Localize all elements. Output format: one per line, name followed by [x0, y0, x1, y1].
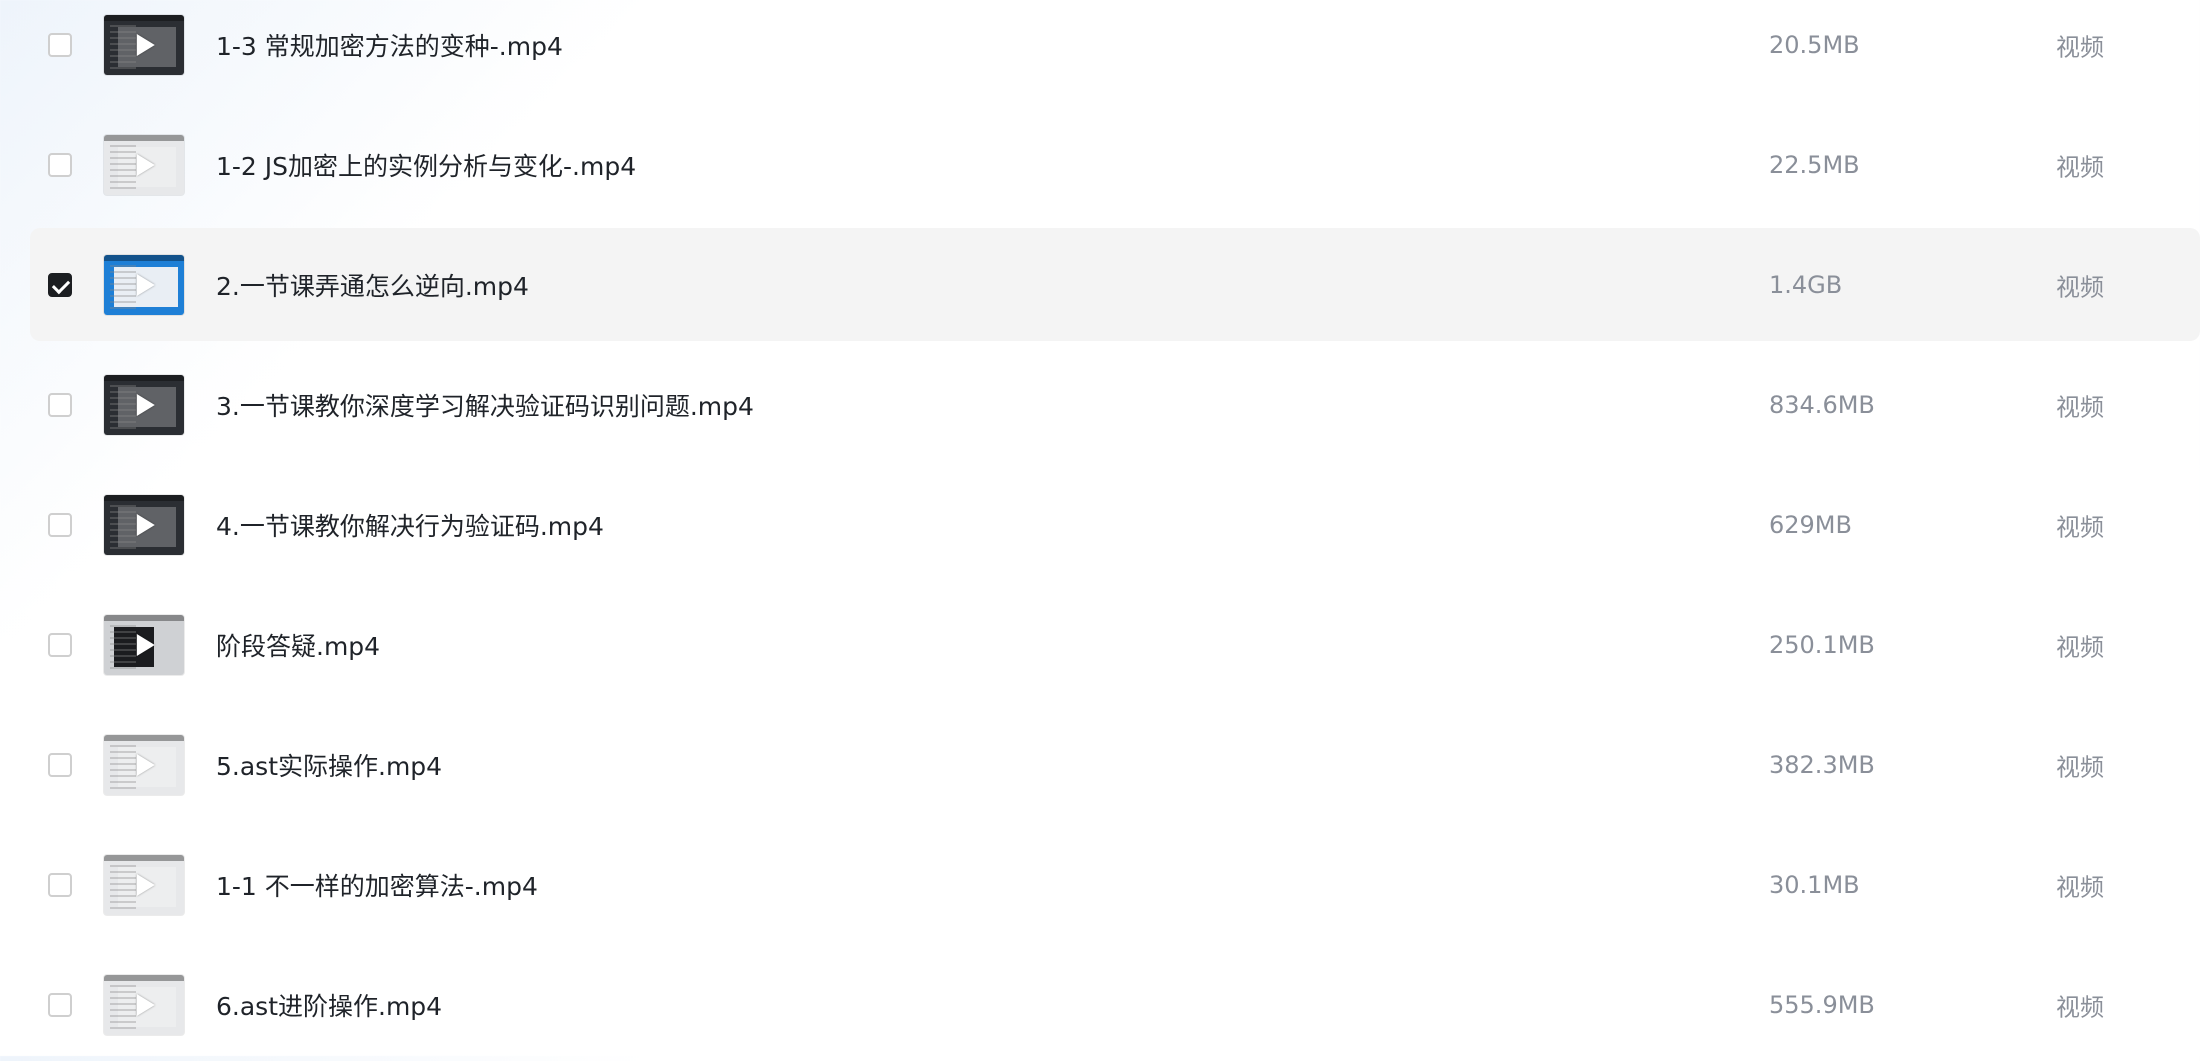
- row-checkbox[interactable]: [48, 392, 72, 417]
- play-icon: [136, 513, 155, 536]
- file-name[interactable]: 1-3 常规加密方法的变种-.mp4: [216, 27, 563, 63]
- file-name[interactable]: 3.一节课教你深度学习解决验证码识别问题.mp4: [216, 387, 754, 423]
- play-icon: [136, 393, 155, 416]
- file-row[interactable]: 1-2 JS加密上的实例分析与变化-.mp4 22.5MB 视频: [30, 108, 2200, 221]
- file-row[interactable]: 4.一节课教你解决行为验证码.mp4 629MB 视频: [30, 468, 2200, 581]
- video-thumbnail[interactable]: [104, 614, 184, 675]
- file-name[interactable]: 阶段答疑.mp4: [216, 627, 380, 663]
- video-thumbnail[interactable]: [104, 854, 184, 915]
- file-name[interactable]: 4.一节课教你解决行为验证码.mp4: [216, 507, 604, 543]
- file-size: 1.4GB: [1769, 270, 1843, 299]
- video-thumbnail[interactable]: [104, 374, 184, 435]
- file-name[interactable]: 1-2 JS加密上的实例分析与变化-.mp4: [216, 147, 636, 183]
- play-icon: [136, 873, 155, 896]
- file-size: 629MB: [1769, 510, 1852, 539]
- file-type: 视频: [2056, 873, 2104, 901]
- file-row[interactable]: 2.一节课弄通怎么逆向.mp4 1.4GB 视频: [30, 228, 2200, 341]
- video-thumbnail[interactable]: [104, 134, 184, 195]
- play-icon: [136, 753, 155, 776]
- file-size: 250.1MB: [1769, 630, 1875, 659]
- file-row[interactable]: 5.ast实际操作.mp4 382.3MB 视频: [30, 708, 2200, 821]
- file-row[interactable]: 3.一节课教你深度学习解决验证码识别问题.mp4 834.6MB 视频: [30, 348, 2200, 461]
- row-checkbox[interactable]: [48, 992, 72, 1017]
- row-checkbox[interactable]: [48, 632, 72, 657]
- file-type: 视频: [2056, 513, 2104, 541]
- file-type: 视频: [2056, 633, 2104, 661]
- file-type: 视频: [2056, 753, 2104, 781]
- file-row[interactable]: 6.ast进阶操作.mp4 555.9MB 视频: [30, 948, 2200, 1061]
- row-checkbox[interactable]: [48, 512, 72, 537]
- row-checkbox[interactable]: [48, 272, 72, 297]
- play-icon: [136, 633, 155, 656]
- file-name[interactable]: 2.一节课弄通怎么逆向.mp4: [216, 267, 529, 303]
- file-list: 1-3 常规加密方法的变种-.mp4 20.5MB 视频 1-2 JS加密上的实…: [0, 0, 2200, 1056]
- row-checkbox[interactable]: [48, 32, 72, 57]
- row-checkbox[interactable]: [48, 152, 72, 177]
- video-thumbnail[interactable]: [104, 14, 184, 75]
- play-icon: [136, 33, 155, 56]
- file-type: 视频: [2056, 393, 2104, 421]
- file-type: 视频: [2056, 273, 2104, 301]
- file-size: 30.1MB: [1769, 870, 1860, 899]
- video-thumbnail[interactable]: [104, 974, 184, 1035]
- video-thumbnail[interactable]: [104, 734, 184, 795]
- play-icon: [136, 153, 155, 176]
- file-size: 20.5MB: [1769, 30, 1860, 59]
- row-checkbox[interactable]: [48, 752, 72, 777]
- file-row[interactable]: 1-3 常规加密方法的变种-.mp4 20.5MB 视频: [30, 0, 2200, 101]
- file-size: 555.9MB: [1769, 990, 1875, 1019]
- file-name[interactable]: 6.ast进阶操作.mp4: [216, 987, 442, 1023]
- file-type: 视频: [2056, 33, 2104, 61]
- file-type: 视频: [2056, 993, 2104, 1021]
- file-type: 视频: [2056, 153, 2104, 181]
- file-name[interactable]: 1-1 不一样的加密算法-.mp4: [216, 867, 538, 903]
- file-row[interactable]: 1-1 不一样的加密算法-.mp4 30.1MB 视频: [30, 828, 2200, 941]
- file-size: 22.5MB: [1769, 150, 1860, 179]
- file-row[interactable]: 阶段答疑.mp4 250.1MB 视频: [30, 588, 2200, 701]
- file-name[interactable]: 5.ast实际操作.mp4: [216, 747, 442, 783]
- file-size: 382.3MB: [1769, 750, 1875, 779]
- video-thumbnail[interactable]: [104, 494, 184, 555]
- video-thumbnail[interactable]: [104, 254, 184, 315]
- play-icon: [136, 273, 155, 296]
- file-size: 834.6MB: [1769, 390, 1875, 419]
- play-icon: [136, 993, 155, 1016]
- row-checkbox[interactable]: [48, 872, 72, 897]
